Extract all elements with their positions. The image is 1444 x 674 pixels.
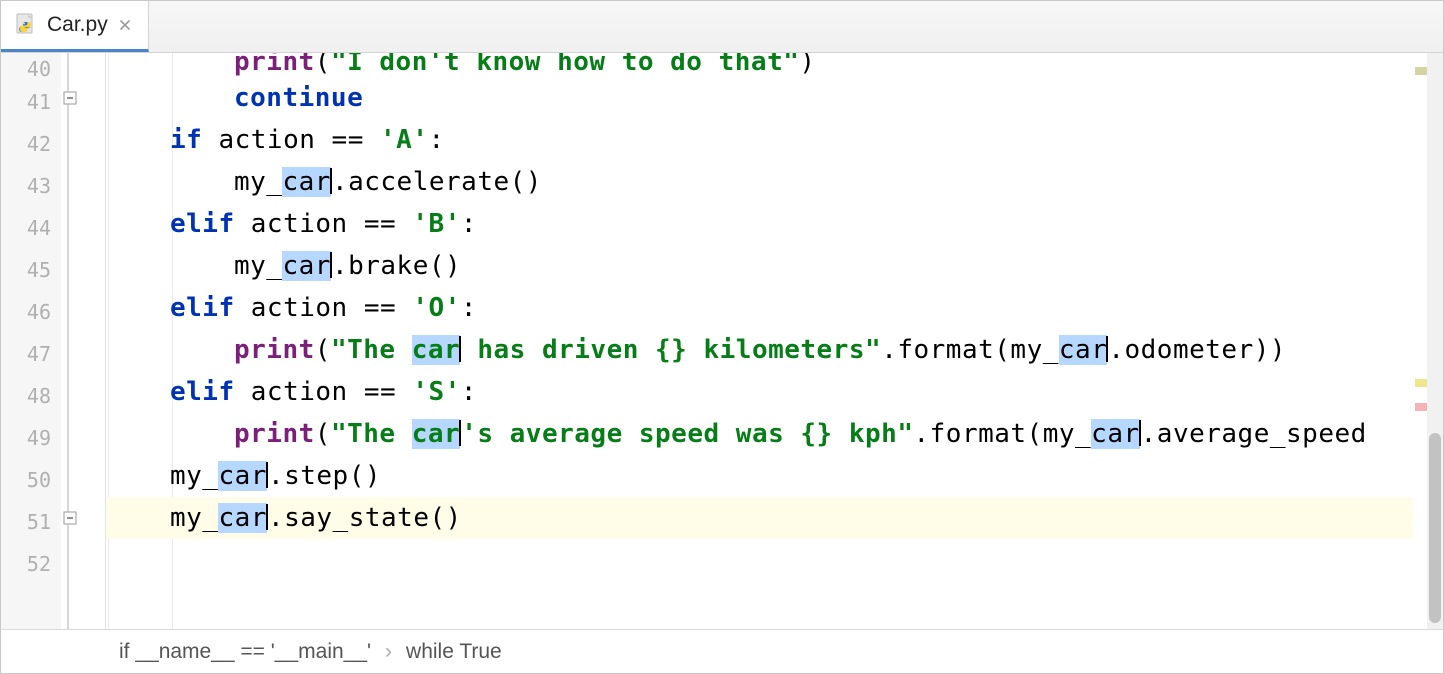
line-number: 50 — [1, 459, 61, 501]
breadcrumb-item[interactable]: while True — [406, 640, 502, 664]
line-number: 49 — [1, 417, 61, 459]
code-line[interactable]: elif action == 'O': — [106, 287, 1413, 329]
editor: 40414243444546474849505152 print("I don'… — [1, 53, 1443, 629]
code-area[interactable]: print("I don't know how to do that")cont… — [106, 53, 1413, 629]
line-number: 42 — [1, 123, 61, 165]
breadcrumb-item[interactable]: if __name__ == '__main__' — [119, 640, 371, 664]
code-line[interactable]: print("The car's average speed was {} kp… — [106, 413, 1413, 455]
line-number: 40 — [1, 57, 61, 81]
err-marker[interactable] — [1415, 403, 1427, 411]
line-number: 44 — [1, 207, 61, 249]
code-line[interactable]: elif action == 'B': — [106, 203, 1413, 245]
fold-collapse-icon[interactable] — [63, 91, 77, 105]
warn-marker[interactable] — [1415, 379, 1427, 387]
chevron-right-icon: › — [385, 640, 392, 664]
code-line[interactable]: my_car.say_state() — [106, 497, 1413, 539]
vertical-scrollbar[interactable] — [1427, 53, 1443, 629]
code-line[interactable] — [106, 539, 1413, 581]
scrollbar-thumb[interactable] — [1429, 433, 1441, 623]
line-number: 52 — [1, 543, 61, 585]
line-number: 48 — [1, 375, 61, 417]
marker-strip[interactable] — [1413, 53, 1427, 629]
code-line[interactable]: my_car.accelerate() — [106, 161, 1413, 203]
fold-end-icon[interactable] — [63, 511, 77, 525]
editor-frame: Car.py 40414243444546474849505152 print(… — [0, 0, 1444, 674]
line-number: 45 — [1, 249, 61, 291]
code-line[interactable]: if action == 'A': — [106, 119, 1413, 161]
close-icon[interactable] — [116, 16, 134, 34]
line-number-gutter: 40414243444546474849505152 — [1, 53, 61, 629]
info-marker[interactable] — [1415, 67, 1427, 75]
code-line[interactable]: print("The car has driven {} kilometers"… — [106, 329, 1413, 371]
fold-column — [61, 53, 106, 629]
line-number: 43 — [1, 165, 61, 207]
line-number: 51 — [1, 501, 61, 543]
code-line[interactable]: print("I don't know how to do that") — [106, 53, 1413, 77]
line-number: 46 — [1, 291, 61, 333]
python-file-icon — [15, 13, 39, 37]
code-line[interactable]: elif action == 'S': — [106, 371, 1413, 413]
line-number: 41 — [1, 81, 61, 123]
tab-bar: Car.py — [1, 1, 1443, 53]
code-line[interactable]: continue — [106, 77, 1413, 119]
line-number: 47 — [1, 333, 61, 375]
code-line[interactable]: my_car.step() — [106, 455, 1413, 497]
file-tab[interactable]: Car.py — [1, 1, 149, 52]
tab-filename: Car.py — [47, 13, 108, 37]
code-line[interactable]: my_car.brake() — [106, 245, 1413, 287]
breadcrumb[interactable]: if __name__ == '__main__' › while True — [1, 629, 1443, 673]
